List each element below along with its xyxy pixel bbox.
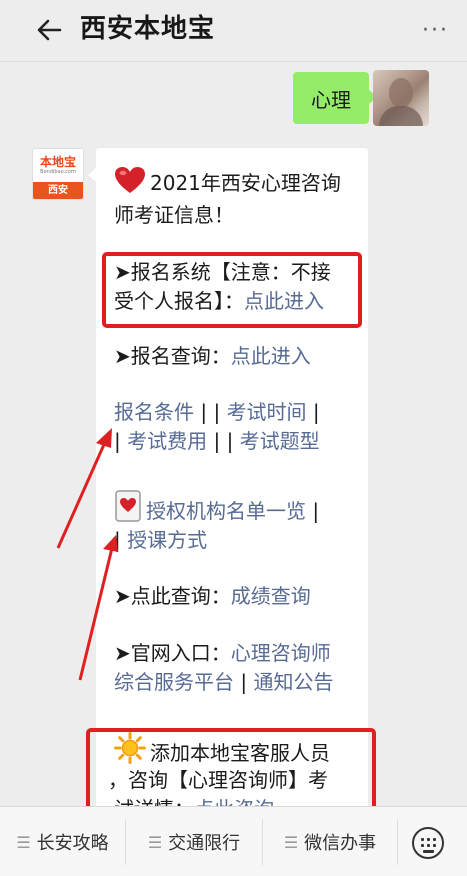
- register-link[interactable]: 点此进入: [244, 289, 324, 313]
- separator: |: [207, 429, 227, 453]
- query-link[interactable]: 点此进入: [231, 344, 311, 368]
- score-text: ➤点此查询：: [114, 584, 231, 608]
- separator: |: [306, 499, 320, 523]
- score-link[interactable]: 成绩查询: [231, 584, 311, 608]
- menu-tab-changan-guide[interactable]: ☰ 长安攻略: [0, 807, 125, 876]
- query-text: ➤报名查询：: [114, 344, 231, 368]
- chat-title: 西安本地宝: [80, 14, 216, 44]
- divider: [397, 819, 398, 865]
- sun-icon: [114, 732, 146, 764]
- course-link[interactable]: 授课方式: [127, 528, 207, 552]
- consult-link[interactable]: 点此咨询: [194, 797, 274, 806]
- notice-link[interactable]: 通知公告: [253, 670, 333, 694]
- intro-line: 2021年西安心理咨询: [114, 166, 341, 198]
- menu-icon: ☰: [283, 832, 299, 852]
- exam-time-link[interactable]: 考试时间: [227, 400, 307, 424]
- menu-tab-label: 微信办事: [304, 833, 377, 854]
- official-site-text: ➤官网入口：: [114, 641, 231, 665]
- menu-tab-wechat-services[interactable]: ☰ 微信办事: [263, 807, 397, 876]
- institutions-line: 授权机构名单一览 |: [114, 490, 319, 526]
- register-line-1: ➤报名系统【注意：不接: [114, 260, 331, 284]
- add-service-text-3: 试详情：: [114, 797, 194, 806]
- menu-tab-label: 长安攻略: [36, 833, 109, 854]
- separator: |: [114, 528, 128, 552]
- more-options-icon[interactable]: ···: [422, 18, 449, 43]
- conditions-link[interactable]: 报名条件: [114, 400, 194, 424]
- official-site-line-2: 综合服务平台 | 通知公告: [114, 668, 333, 697]
- service-platform-link[interactable]: 综合服务平台: [114, 670, 234, 694]
- keyboard-icon[interactable]: [412, 827, 444, 859]
- bottom-menu-bar: ☰ 长安攻略 ☰ 交通限行 ☰ 微信办事: [0, 806, 467, 876]
- separator: |: [194, 400, 214, 424]
- psychologist-site-link[interactable]: 心理咨询师: [231, 641, 331, 665]
- add-service-line-3: 试详情：点此咨询: [114, 795, 274, 806]
- separator: |: [213, 400, 227, 424]
- institutions-link[interactable]: 授权机构名单一览: [146, 499, 306, 523]
- exam-links-line-1: 报名条件 | | 考试时间 |: [114, 398, 320, 427]
- heart-icon: [115, 167, 145, 193]
- separator: |: [226, 429, 240, 453]
- add-service-text: 添加本地宝客服人员: [150, 741, 330, 765]
- add-service-text-2: ，咨询【心理咨询师】考: [108, 768, 328, 792]
- register-text: 受个人报名】：: [114, 289, 244, 313]
- avatar-brand-url: Bendibao.com: [40, 169, 76, 175]
- avatar-city-label: 西安: [33, 182, 83, 199]
- back-arrow-icon[interactable]: [30, 10, 70, 50]
- menu-tab-label: 交通限行: [168, 833, 241, 854]
- bot-avatar[interactable]: 本地宝 Bendibao.com 西安: [32, 148, 84, 200]
- exam-fee-link[interactable]: 考试费用: [127, 429, 207, 453]
- avatar-brand-text: 本地宝: [39, 155, 76, 169]
- user-message-bubble[interactable]: 心理: [293, 72, 377, 124]
- separator: |: [234, 670, 254, 694]
- menu-icon: ☰: [16, 832, 31, 852]
- official-site-line: ➤官网入口：心理咨询师: [114, 639, 331, 668]
- card-icon: [115, 490, 141, 522]
- separator: |: [114, 429, 128, 453]
- intro-text-2: 师考证信息！: [114, 203, 234, 227]
- user-avatar[interactable]: [373, 70, 429, 126]
- add-service-line: 添加本地宝客服人员: [114, 732, 330, 768]
- intro-text: 2021年西安心理咨询: [150, 171, 341, 195]
- query-line: ➤报名查询：点此进入: [114, 342, 311, 371]
- menu-icon: ☰: [147, 832, 163, 852]
- exam-type-link[interactable]: 考试题型: [240, 429, 320, 453]
- score-line: ➤点此查询：成绩查询: [114, 582, 311, 611]
- separator: |: [306, 400, 320, 424]
- chat-area[interactable]: 心理 本地宝 Bendibao.com 西安 2021年西安心理咨询 师考证信息…: [0, 62, 467, 806]
- menu-tab-traffic[interactable]: ☰ 交通限行: [126, 807, 262, 876]
- top-bar: 西安本地宝 ···: [0, 0, 467, 62]
- course-line: | 授课方式: [114, 526, 207, 555]
- register-line-2: 受个人报名】：点此进入: [114, 287, 324, 316]
- bot-message-bubble: [88, 148, 368, 806]
- exam-links-line-2: | 考试费用 | | 考试题型: [114, 427, 320, 456]
